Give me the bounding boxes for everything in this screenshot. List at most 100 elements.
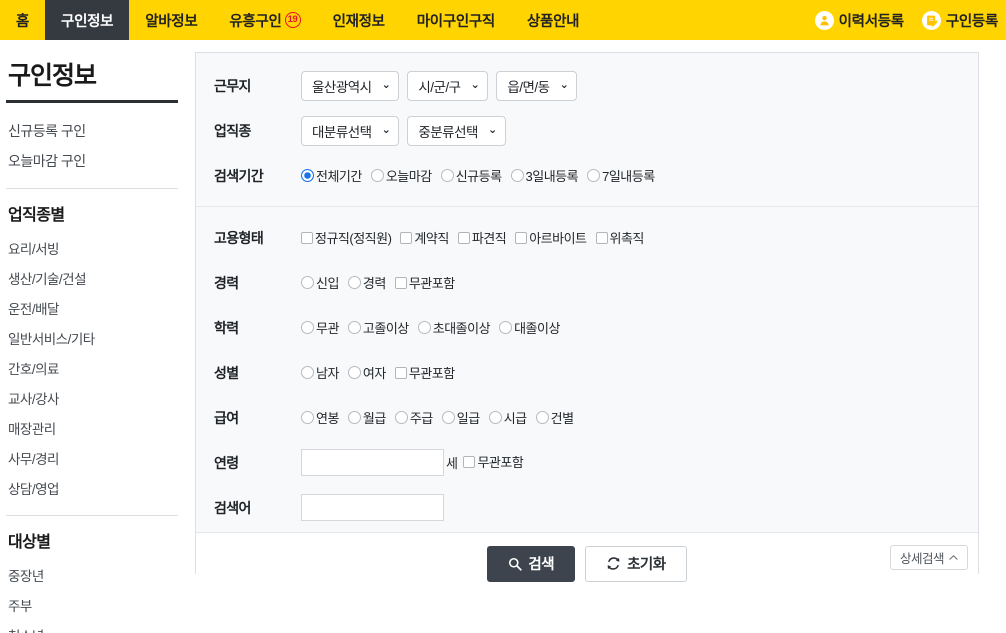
sidebar-jobtype-7[interactable]: 사무/경리 bbox=[6, 443, 183, 473]
salary-radio-1[interactable]: 월급 bbox=[347, 408, 386, 427]
employment-check-0[interactable]: 정규직(정직원) bbox=[301, 228, 392, 247]
sidebar-jobtype-6[interactable]: 매장관리 bbox=[6, 413, 183, 443]
employment-check-2[interactable]: 파견직 bbox=[457, 228, 507, 247]
salary-radio-4[interactable]: 시급 bbox=[488, 408, 527, 427]
radio-icon[interactable] bbox=[499, 321, 513, 334]
checkbox-icon[interactable] bbox=[595, 231, 608, 244]
radio-icon[interactable] bbox=[347, 276, 361, 289]
reset-button[interactable]: 초기화 bbox=[585, 545, 687, 582]
filter-footer: 검색 초기화 상세검색 bbox=[196, 532, 978, 594]
sidebar-jobtype-2[interactable]: 운전/배달 bbox=[6, 293, 183, 323]
radio-icon[interactable] bbox=[510, 169, 524, 182]
sidebar-group-head-target: 대상별 bbox=[8, 534, 51, 551]
education-radio-1[interactable]: 고졸이상 bbox=[347, 318, 409, 337]
radio-icon[interactable] bbox=[440, 169, 454, 182]
radio-icon[interactable] bbox=[370, 169, 384, 182]
education-radio-3[interactable]: 대졸이상 bbox=[499, 318, 560, 337]
radio-icon[interactable] bbox=[301, 411, 314, 424]
nav-item-3[interactable]: 유흥구인 19 bbox=[213, 0, 316, 40]
radio-icon[interactable] bbox=[488, 411, 502, 424]
option-label: 경력 bbox=[362, 276, 386, 291]
checkbox-icon[interactable] bbox=[515, 231, 528, 244]
employment-check-1[interactable]: 계약직 bbox=[400, 228, 449, 247]
checkbox-icon[interactable] bbox=[394, 276, 407, 289]
radio-icon[interactable] bbox=[301, 366, 314, 379]
gender-radio-1[interactable]: 여자 bbox=[347, 363, 386, 382]
sidebar-jobtype-5[interactable]: 교사/강사 bbox=[6, 383, 183, 413]
gender-check-0[interactable]: 무관포함 bbox=[394, 363, 455, 382]
sidebar-link-0[interactable]: 신규등록 구인 bbox=[6, 116, 183, 146]
sidebar-jobtype-4[interactable]: 간호/의료 bbox=[6, 353, 183, 383]
sidebar-jobtype-3[interactable]: 일반서비스/기타 bbox=[6, 323, 183, 353]
checkbox-icon[interactable] bbox=[400, 231, 413, 244]
sidebar-target-1[interactable]: 주부 bbox=[6, 590, 183, 620]
checkbox-icon[interactable] bbox=[394, 366, 407, 379]
radio-icon[interactable] bbox=[441, 411, 455, 424]
employment-check-4[interactable]: 위촉직 bbox=[595, 228, 644, 247]
nav-item-5[interactable]: 마이구인구직 bbox=[401, 0, 511, 40]
sidebar-divider-2 bbox=[6, 515, 178, 516]
period-radio-0[interactable]: 전체기간 bbox=[301, 166, 362, 185]
nav-item-6[interactable]: 상품안내 bbox=[511, 0, 595, 40]
radio-icon[interactable] bbox=[535, 411, 549, 424]
period-radio-4[interactable]: 7일내등록 bbox=[587, 166, 655, 185]
period-radio-3[interactable]: 3일내등록 bbox=[510, 166, 579, 185]
salary-radio-2[interactable]: 주급 bbox=[394, 408, 433, 427]
middle-category-select[interactable]: 중분류선택 ⌄ bbox=[407, 115, 506, 146]
sidebar-jobtype-1[interactable]: 생산/기술/건설 bbox=[6, 263, 183, 293]
sidebar-target-2[interactable]: 청소년 bbox=[6, 620, 183, 633]
radio-icon[interactable] bbox=[301, 321, 314, 334]
checkbox-icon[interactable] bbox=[463, 455, 476, 468]
sidebar-jobtype-0[interactable]: 요리/서빙 bbox=[6, 233, 183, 263]
sidebar-jobtype-8[interactable]: 상담/영업 bbox=[6, 473, 183, 503]
radio-icon[interactable] bbox=[301, 276, 314, 289]
option-label: 7일내등록 bbox=[602, 169, 655, 184]
filter-row-career: 경력 신입 경력 무관포함 bbox=[196, 266, 978, 299]
option-label: 무관포함 bbox=[477, 455, 524, 471]
salary-radio-5[interactable]: 건별 bbox=[535, 408, 574, 427]
radio-icon[interactable] bbox=[301, 169, 314, 182]
radio-icon[interactable] bbox=[587, 169, 601, 182]
sidebar-quick-links: 신규등록 구인 오늘마감 구인 bbox=[6, 116, 183, 176]
nav-item-4[interactable]: 인재정보 bbox=[317, 0, 401, 40]
eupmyeondong-select[interactable]: 읍/면/동 ⌄ bbox=[496, 70, 578, 101]
nav-item-1[interactable]: 구인정보 bbox=[45, 0, 130, 40]
salary-radio-0[interactable]: 연봉 bbox=[301, 408, 339, 427]
radio-icon[interactable] bbox=[347, 321, 361, 334]
nav-item-0[interactable]: 홈 bbox=[0, 0, 45, 40]
education-radio-0[interactable]: 무관 bbox=[301, 318, 339, 337]
salary-radio-3[interactable]: 일급 bbox=[441, 408, 480, 427]
checkbox-icon[interactable] bbox=[301, 231, 313, 244]
major-category-select[interactable]: 대분류선택 ⌄ bbox=[301, 115, 400, 146]
nav-action-job-register[interactable]: 구인등록 bbox=[921, 10, 998, 31]
sidebar-target-0[interactable]: 중장년 bbox=[6, 560, 183, 590]
age-input[interactable] bbox=[301, 449, 444, 476]
option-label: 월급 bbox=[362, 411, 386, 426]
radio-icon[interactable] bbox=[347, 411, 361, 424]
label-search-period: 검색기간 bbox=[214, 167, 264, 184]
option-label: 여자 bbox=[362, 366, 386, 381]
sido-select[interactable]: 울산광역시 ⌄ bbox=[301, 70, 400, 101]
nav-action-resume-register[interactable]: 이력서등록 bbox=[814, 10, 904, 31]
career-radio-0[interactable]: 신입 bbox=[301, 273, 339, 292]
keyword-input[interactable] bbox=[301, 494, 444, 521]
radio-icon[interactable] bbox=[347, 366, 361, 379]
sigungu-select[interactable]: 시/군/구 ⌄ bbox=[407, 70, 489, 101]
career-check-0[interactable]: 무관포함 bbox=[394, 273, 455, 292]
detail-search-toggle[interactable]: 상세검색 bbox=[889, 545, 968, 570]
gender-radio-0[interactable]: 남자 bbox=[301, 363, 339, 382]
period-radio-2[interactable]: 신규등록 bbox=[440, 166, 502, 185]
nav-item-2[interactable]: 알바정보 bbox=[129, 0, 213, 40]
employment-check-3[interactable]: 아르바이트 bbox=[515, 228, 587, 247]
search-button[interactable]: 검색 bbox=[487, 545, 576, 582]
education-radio-2[interactable]: 초대졸이상 bbox=[417, 318, 491, 337]
option-label: 남자 bbox=[316, 366, 339, 381]
age-check-0[interactable]: 무관포함 bbox=[463, 452, 524, 471]
radio-icon[interactable] bbox=[417, 321, 431, 334]
period-radio-1[interactable]: 오늘마감 bbox=[370, 166, 432, 185]
option-label: 신입 bbox=[316, 276, 339, 291]
career-radio-1[interactable]: 경력 bbox=[347, 273, 386, 292]
radio-icon[interactable] bbox=[394, 411, 408, 424]
checkbox-icon[interactable] bbox=[457, 231, 470, 244]
sidebar-link-1[interactable]: 오늘마감 구인 bbox=[6, 146, 183, 176]
